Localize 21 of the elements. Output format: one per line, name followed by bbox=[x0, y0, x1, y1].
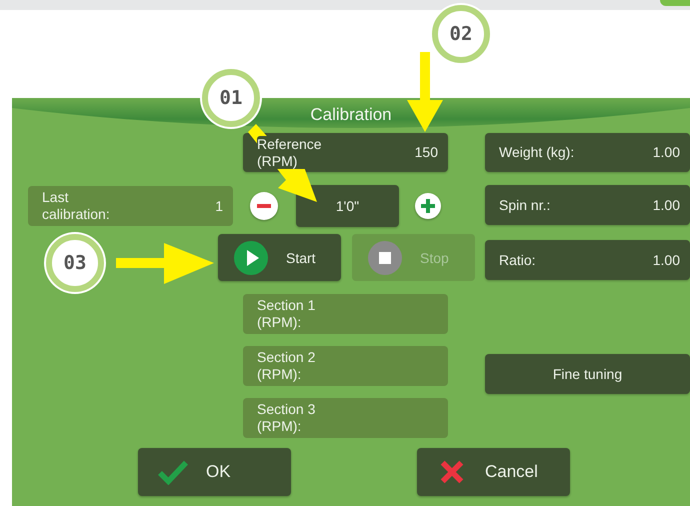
ok-button[interactable]: OK bbox=[138, 448, 291, 496]
stepper-value[interactable]: 1'0" bbox=[296, 185, 399, 227]
plus-button[interactable] bbox=[415, 193, 441, 219]
minus-button[interactable] bbox=[250, 192, 278, 220]
value-field[interactable]: Ratio: 1.00 bbox=[485, 240, 690, 280]
last-calibration-field: Last calibration: 1 bbox=[28, 186, 233, 226]
callout-badge: 02 bbox=[432, 5, 490, 63]
reference-field[interactable]: Reference (RPM) 150 bbox=[243, 133, 448, 172]
fine-tuning-button[interactable]: Fine tuning bbox=[485, 354, 690, 394]
stop-icon bbox=[368, 240, 402, 274]
section-field: Section 1 (RPM): bbox=[243, 294, 448, 334]
start-button[interactable]: Start bbox=[218, 234, 341, 281]
play-icon bbox=[234, 240, 268, 274]
cancel-button[interactable]: Cancel bbox=[417, 448, 570, 496]
value-field[interactable]: Weight (kg): 1.00 bbox=[485, 133, 690, 172]
dialog-title: Calibration bbox=[310, 105, 392, 125]
callout-badge: 01 bbox=[202, 69, 260, 127]
value-field[interactable]: Spin nr.: 1.00 bbox=[485, 185, 690, 225]
section-field: Section 2 (RPM): bbox=[243, 346, 448, 386]
section-field: Section 3 (RPM): bbox=[243, 398, 448, 438]
check-icon bbox=[158, 459, 188, 485]
